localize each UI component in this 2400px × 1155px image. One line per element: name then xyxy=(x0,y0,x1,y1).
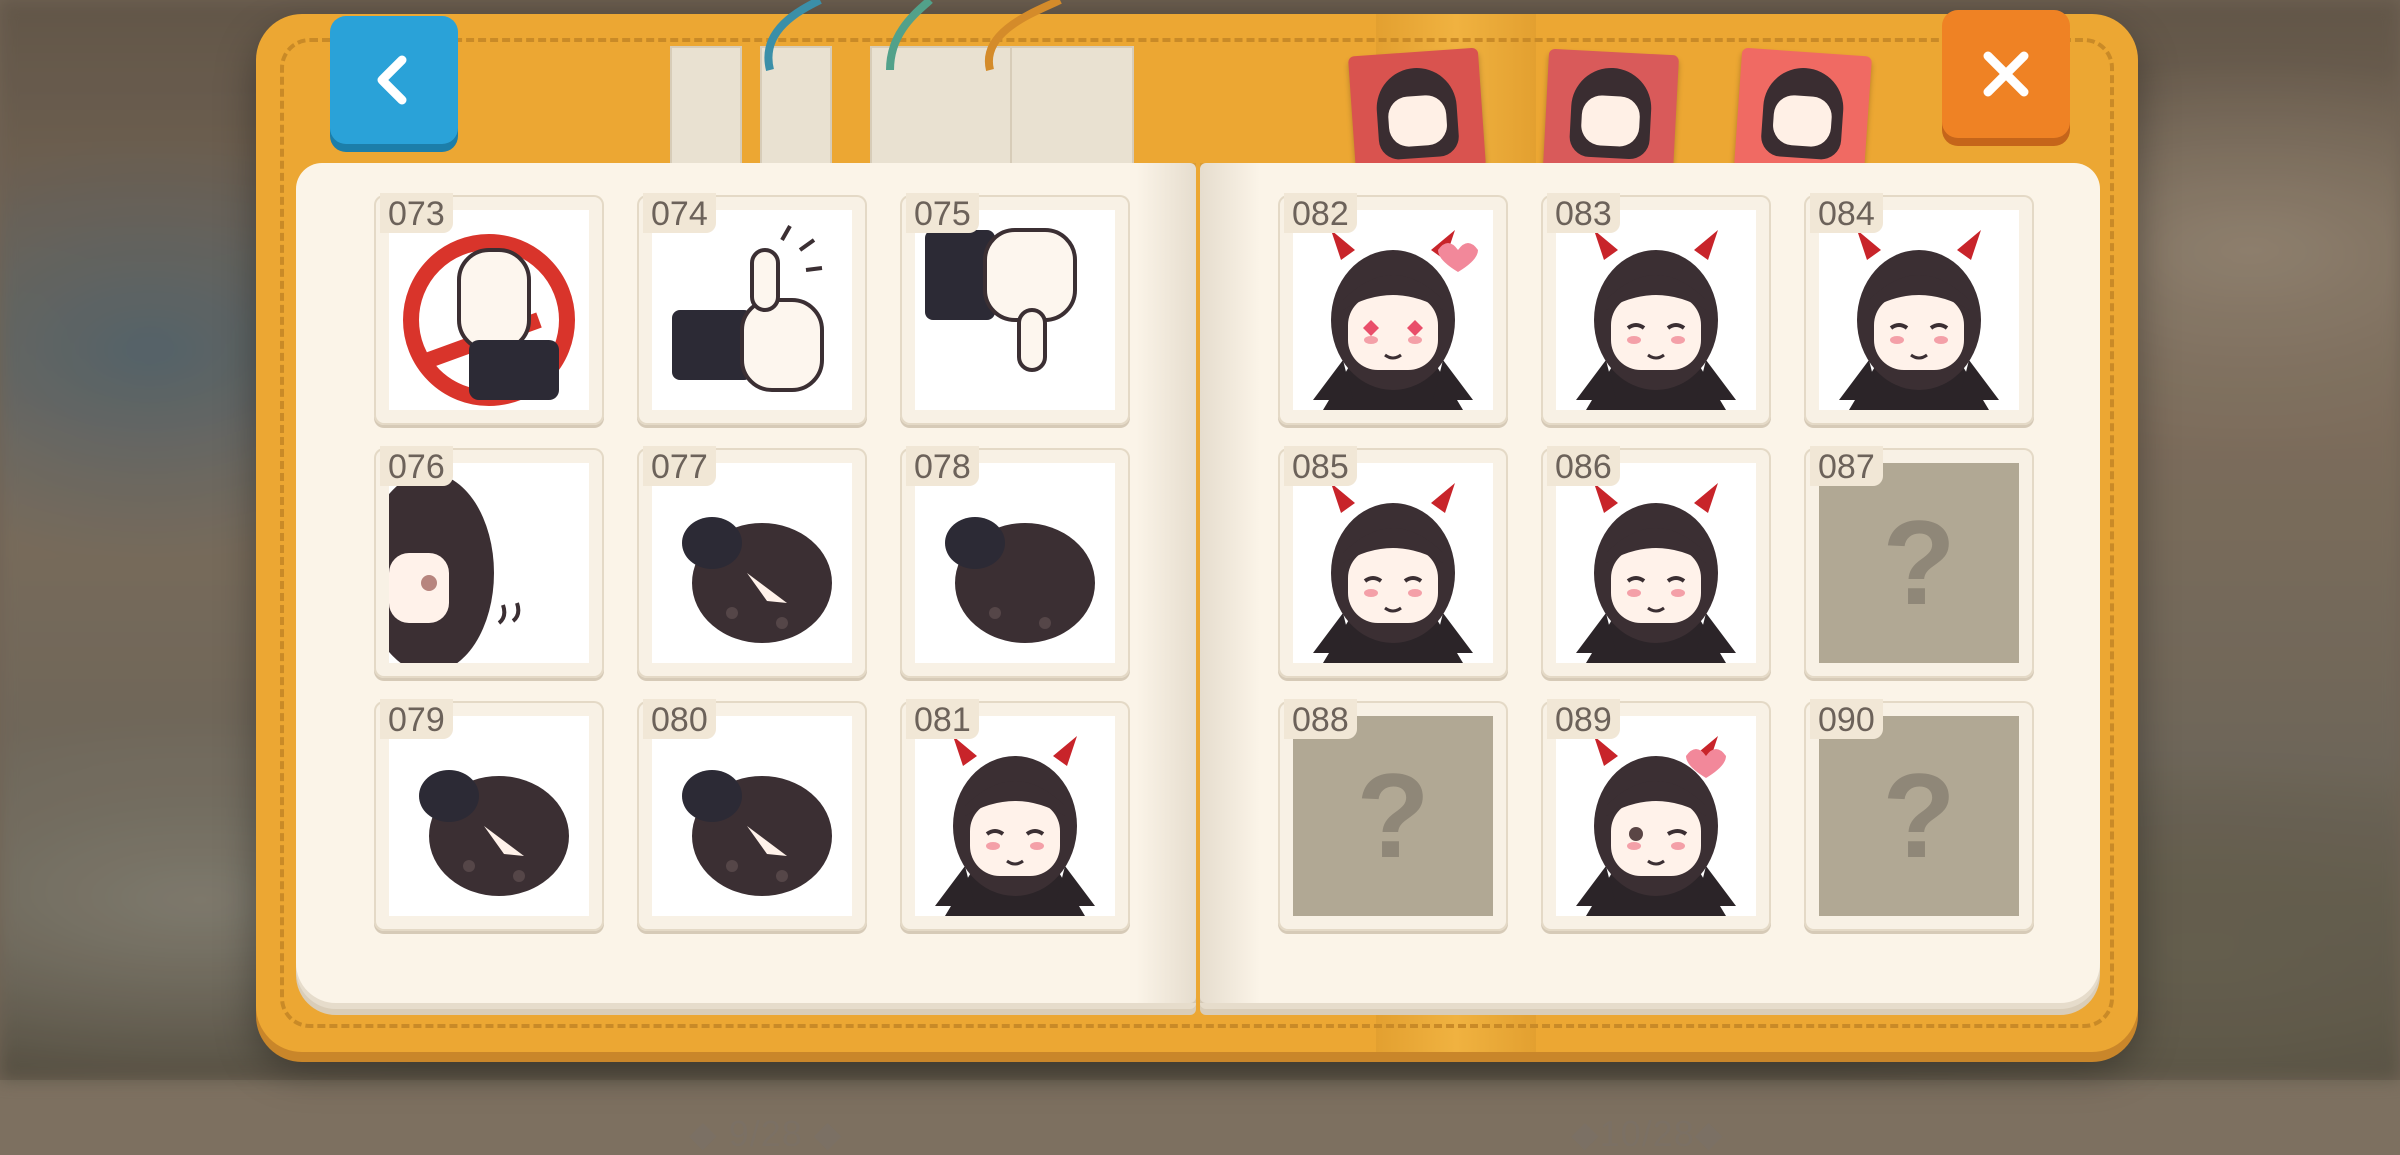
sticker-card[interactable]: 088? xyxy=(1278,699,1508,931)
bookmark-tag[interactable] xyxy=(670,46,742,170)
devil-girl-happy-sticker xyxy=(1819,210,2019,410)
devil-girl-wink-sticker xyxy=(1556,716,1756,916)
close-button[interactable] xyxy=(1942,10,2070,138)
sticker-number: 074 xyxy=(643,193,716,233)
close-x-icon xyxy=(1983,51,2029,97)
sticker-number: 085 xyxy=(1284,446,1357,486)
back-turned-sticker xyxy=(915,463,1115,663)
sticker-number: 078 xyxy=(906,446,979,486)
sticker-number: 087 xyxy=(1810,446,1883,486)
sticker-number: 077 xyxy=(643,446,716,486)
sticker-number: 084 xyxy=(1810,193,1883,233)
sticker-number: 076 xyxy=(380,446,453,486)
sticker-card[interactable]: 074 xyxy=(637,193,867,425)
curled-up-sticker xyxy=(389,716,589,916)
chevron-left-icon xyxy=(377,55,407,105)
devil-girl-crying-sticker xyxy=(1293,463,1493,663)
back-button[interactable] xyxy=(330,16,458,144)
sticker-card[interactable]: 090? xyxy=(1804,699,2034,931)
devil-girl-praying-sticker xyxy=(915,716,1115,916)
page-indicator-left: ◆ 9/28 ◆ xyxy=(689,1113,843,1154)
sticker-number: 088 xyxy=(1284,699,1357,739)
ok-hand-sticker xyxy=(389,210,589,410)
sticker-card[interactable]: 082 xyxy=(1278,193,1508,425)
left-page: ◆ 9/28 ◆ 073 074 075 076 077 078 079 080 081 xyxy=(296,163,1196,1154)
sticker-card[interactable]: 081 xyxy=(900,699,1130,931)
question-mark-icon: ? xyxy=(1356,749,1430,883)
locked-sticker-slot: ? xyxy=(1293,716,1493,916)
question-mark-icon: ? xyxy=(1882,749,1956,883)
sticker-card[interactable]: 087? xyxy=(1804,446,2034,678)
sticker-card[interactable]: 089 xyxy=(1541,699,1771,931)
question-mark-icon: ? xyxy=(1882,496,1956,630)
page-indicator-right: ◆10/28◆ xyxy=(1571,1113,1724,1154)
devil-girl-love-eyes-sticker xyxy=(1293,210,1493,410)
sticker-card[interactable]: 080 xyxy=(637,699,867,931)
sticker-card[interactable]: 083 xyxy=(1541,193,1771,425)
thumbs-up-sticker xyxy=(652,210,852,410)
sticker-card[interactable]: 073 xyxy=(374,193,604,425)
character-face xyxy=(1771,94,1834,148)
sticker-number: 079 xyxy=(380,699,453,739)
sticker-number: 086 xyxy=(1547,446,1620,486)
lying-face-down-sticker xyxy=(652,716,852,916)
sticker-number: 075 xyxy=(906,193,979,233)
sticker-number: 081 xyxy=(906,699,979,739)
devil-girl-cheer-sticker xyxy=(1556,463,1756,663)
sticker-card[interactable]: 075 xyxy=(900,193,1130,425)
sticker-card[interactable]: 079 xyxy=(374,699,604,931)
thumbs-down-sticker xyxy=(915,210,1115,410)
sticker-number: 083 xyxy=(1547,193,1620,233)
locked-sticker-slot: ? xyxy=(1819,463,2019,663)
locked-sticker-slot: ? xyxy=(1819,716,2019,916)
sticker-card[interactable]: 085 xyxy=(1278,446,1508,678)
sticker-card[interactable]: 077 xyxy=(637,446,867,678)
sticker-card[interactable]: 086 xyxy=(1541,446,1771,678)
sticker-number: 073 xyxy=(380,193,453,233)
character-face xyxy=(1386,94,1449,148)
character-tab-3[interactable] xyxy=(1733,47,1873,177)
sticker-card[interactable]: 076 xyxy=(374,446,604,678)
right-page: ◆10/28◆ 082 083 084 085 086 087? 088? 089 090? xyxy=(1200,163,2100,1154)
sticker-number: 090 xyxy=(1810,699,1883,739)
bookmark-strings xyxy=(764,0,1062,71)
lying-down-sticker xyxy=(652,463,852,663)
sticker-number: 082 xyxy=(1284,193,1357,233)
character-tab-2[interactable] xyxy=(1542,48,1680,176)
character-tab-1[interactable] xyxy=(1347,47,1487,177)
sticker-number: 080 xyxy=(643,699,716,739)
sticker-card[interactable]: 084 xyxy=(1804,193,2034,425)
devil-girl-kiss-sticker xyxy=(1556,210,1756,410)
sticker-card[interactable]: 078 xyxy=(900,446,1130,678)
sticker-number: 089 xyxy=(1547,699,1620,739)
peeking-girl-sticker xyxy=(389,463,589,663)
character-face xyxy=(1580,94,1641,148)
